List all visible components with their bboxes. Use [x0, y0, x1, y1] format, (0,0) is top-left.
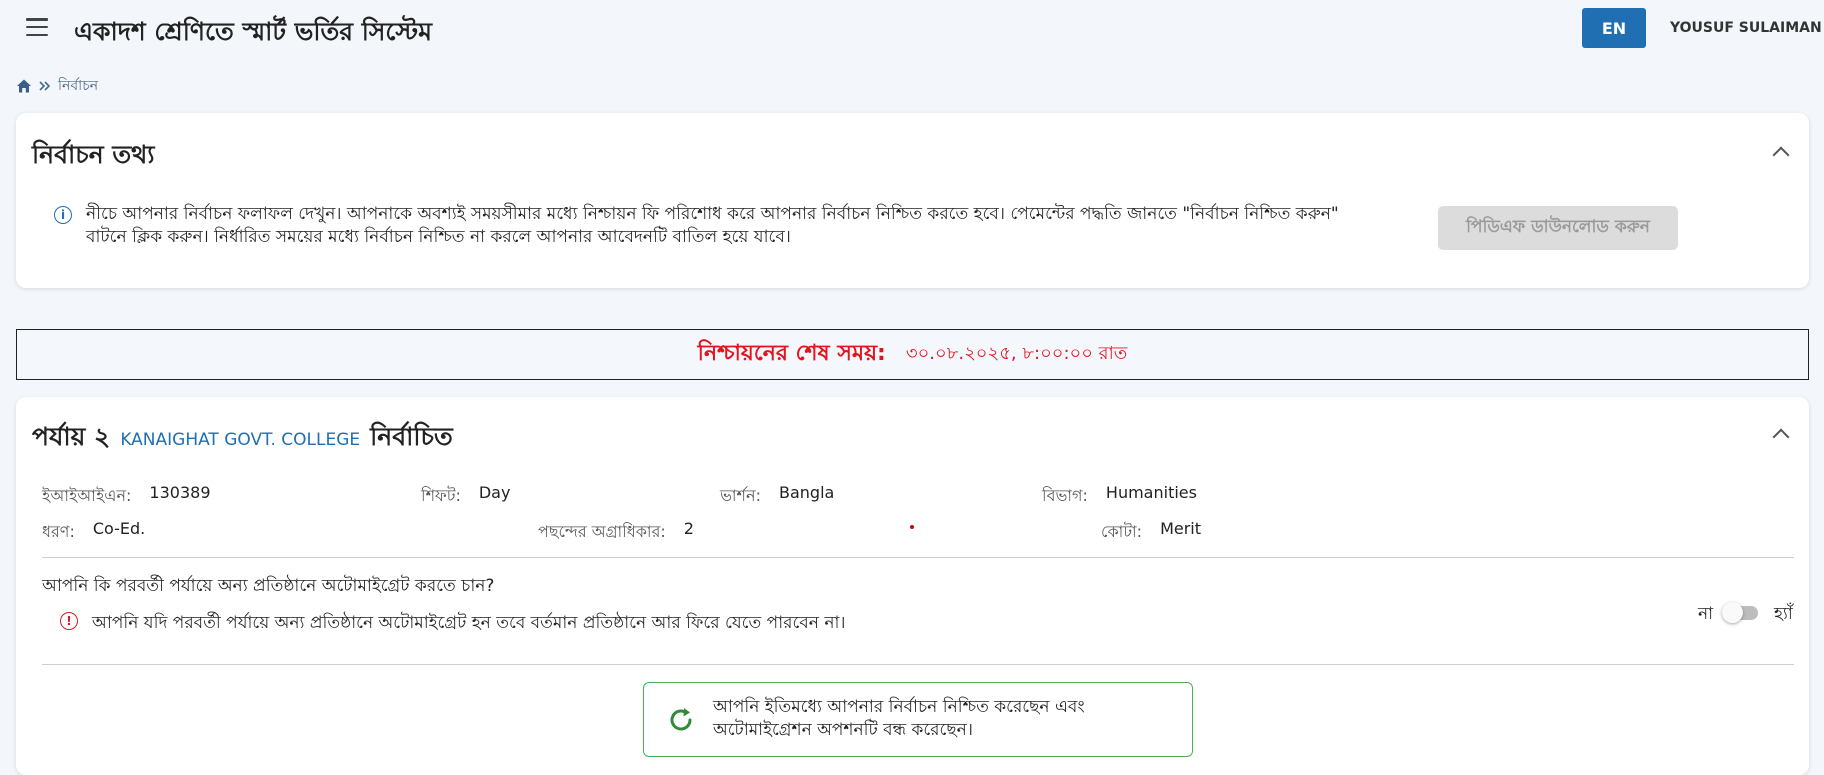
automigration-toggle-knob[interactable] [1722, 602, 1743, 623]
selection-status: নির্বাচিত [370, 422, 453, 451]
eiin-field: ইআইআইএন: 130389 [42, 483, 211, 510]
collapse-chevron-icon[interactable] [1772, 428, 1790, 446]
menu-icon[interactable] [26, 18, 48, 36]
automigration-question: আপনি কি পরবর্তী পর্যায়ে অন্য প্রতিষ্ঠান… [42, 576, 495, 596]
top-bar: একাদশ শ্রেণিতে স্মার্ট ভর্তির সিস্টেম EN… [0, 0, 1824, 58]
group-value: Humanities [1105, 483, 1197, 502]
info-message: নীচে আপনার নির্বাচন ফলাফল দেখুন। আপনাকে … [86, 204, 1339, 247]
confirmation-message: আপনি ইতিমধ্যে আপনার নির্বাচন নিশ্চিত করে… [713, 697, 1085, 740]
selection-result-card: পর্যায় ২ KANAIGHAT GOVT. COLLEGE নির্বা… [16, 397, 1809, 775]
version-field: ভার্শন: Bangla [720, 483, 834, 510]
eiin-label: ইআইআইএন: [42, 486, 132, 505]
deadline-label: নিশ্চায়নের শেষ সময়: [697, 341, 886, 366]
pdf-download-button[interactable]: পিডিএফ ডাউনলোড করুন [1438, 206, 1678, 250]
breadcrumb: নির্বাচন [16, 74, 98, 98]
type-value: Co-Ed. [92, 519, 146, 538]
college-name: KANAIGHAT GOVT. COLLEGE [120, 430, 361, 450]
deadline-value: ৩০.০৮.২০২৫, ৮:০০:০০ রাত [905, 343, 1128, 364]
breadcrumb-current[interactable]: নির্বাচন [58, 74, 98, 98]
group-field: বিভাগ: Humanities [1042, 483, 1197, 510]
card-heading: নির্বাচন তথ্য [32, 140, 155, 169]
toggle-yes-label: হ্যাঁ [1774, 604, 1793, 624]
version-label: ভার্শন: [720, 486, 761, 505]
divider [42, 664, 1794, 665]
chevron-double-right-icon [39, 81, 51, 91]
priority-value: 2 [683, 519, 694, 538]
shift-label: শিফট: [421, 486, 461, 505]
divider [42, 557, 1794, 558]
quota-label: কোটা: [1101, 522, 1143, 541]
deadline-banner: নিশ্চায়নের শেষ সময়: ৩০.০৮.২০২৫, ৮:০০:০… [16, 329, 1809, 380]
app-title: একাদশ শ্রেণিতে স্মার্ট ভর্তির সিস্টেম [74, 17, 432, 46]
user-name[interactable]: YOUSUF SULAIMAN [1670, 20, 1822, 36]
automigration-warning: আপনি যদি পরবর্তী পর্যায়ে অন্য প্রতিষ্ঠা… [92, 613, 846, 633]
language-button[interactable]: EN [1582, 8, 1646, 48]
toggle-no-label: না [1698, 604, 1714, 624]
phase-label: পর্যায় ২ [32, 422, 111, 451]
selection-info-card: নির্বাচন তথ্য i নীচে আপনার নির্বাচন ফলাফ… [16, 113, 1809, 288]
type-field: ধরণ: Co-Ed. [42, 519, 145, 546]
priority-label: পছন্দের অগ্রাধিকার: [538, 522, 666, 541]
group-label: বিভাগ: [1042, 486, 1088, 505]
warning-icon: ! [60, 612, 78, 630]
required-dot [910, 525, 914, 529]
type-label: ধরণ: [42, 522, 75, 541]
quota-value: Merit [1160, 519, 1202, 538]
info-icon: i [54, 206, 72, 224]
eiin-value: 130389 [149, 483, 211, 502]
priority-field: পছন্দের অগ্রাধিকার: 2 [538, 519, 694, 546]
collapse-chevron-icon[interactable] [1772, 146, 1790, 164]
quota-field: কোটা: Merit [1101, 519, 1201, 546]
confirmation-message-box: আপনি ইতিমধ্যে আপনার নির্বাচন নিশ্চিত করে… [643, 682, 1193, 757]
shift-value: Day [478, 483, 511, 502]
home-icon[interactable] [16, 78, 32, 94]
refresh-icon [670, 708, 692, 731]
shift-field: শিফট: Day [421, 483, 510, 510]
version-value: Bangla [778, 483, 835, 502]
phase-heading: পর্যায় ২ KANAIGHAT GOVT. COLLEGE নির্বা… [32, 417, 453, 460]
